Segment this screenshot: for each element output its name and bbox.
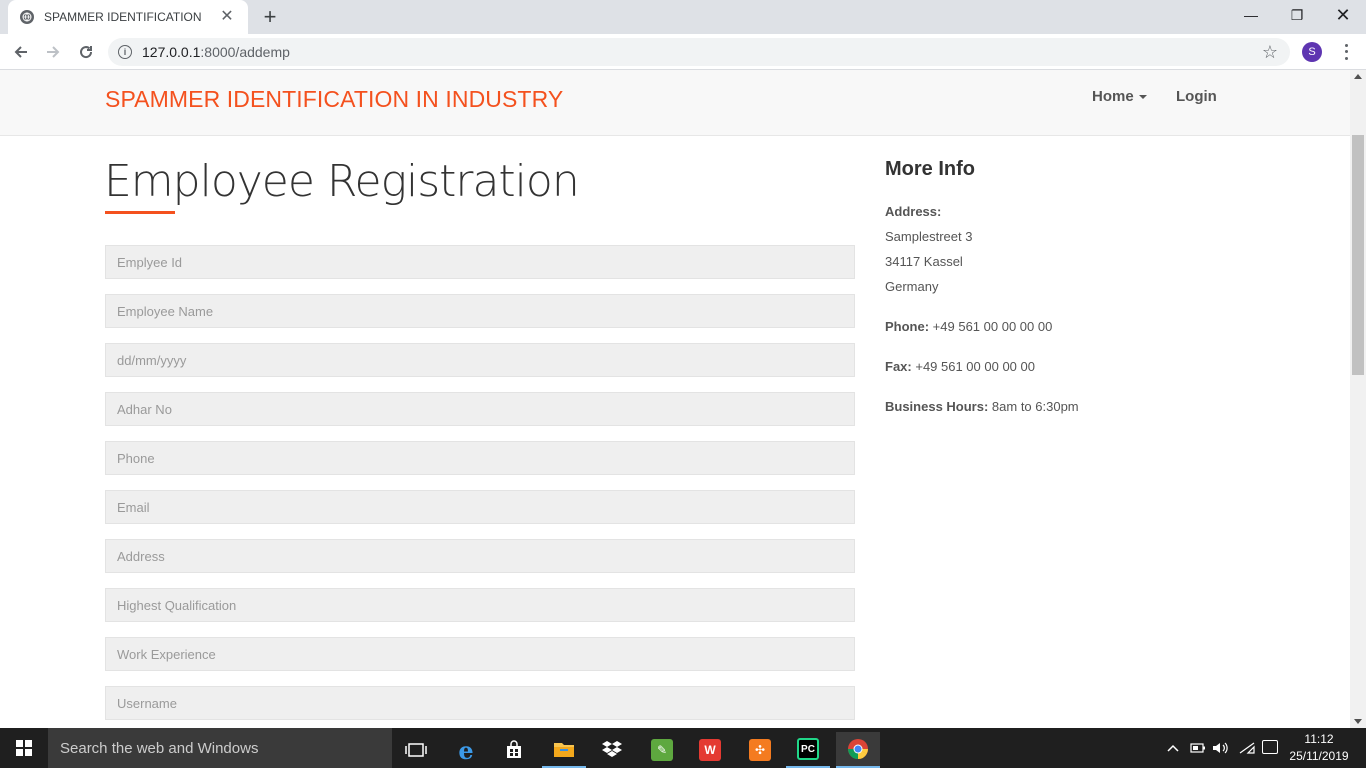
wifi-icon[interactable] <box>1238 728 1256 768</box>
phone-label: Phone: <box>885 319 930 334</box>
evernote-icon[interactable]: ✎ <box>640 732 684 768</box>
username-input[interactable] <box>105 686 855 720</box>
scroll-up-icon[interactable] <box>1354 74 1362 79</box>
battery-icon[interactable] <box>1190 728 1206 768</box>
fax-value: +49 561 00 00 00 00 <box>911 359 1035 374</box>
fax-label: Fax: <box>885 359 912 374</box>
tray-chevron-icon[interactable] <box>1166 728 1180 768</box>
taskbar-search-placeholder: Search the web and Windows <box>60 739 259 757</box>
new-tab-icon[interactable]: + <box>258 5 282 29</box>
phone-input[interactable] <box>105 441 855 475</box>
browser-menu-icon[interactable] <box>1338 42 1354 62</box>
scroll-down-icon[interactable] <box>1354 719 1362 724</box>
hours-label: Business Hours: <box>885 399 989 414</box>
file-explorer-icon[interactable] <box>542 732 586 768</box>
employee-name-input[interactable] <box>105 294 855 328</box>
fax-info: Fax: +49 561 00 00 00 00 <box>885 354 1185 379</box>
work-experience-input[interactable] <box>105 637 855 671</box>
address-line: 34117 Kassel <box>885 254 963 269</box>
start-button[interactable] <box>0 728 48 768</box>
email-input[interactable] <box>105 490 855 524</box>
window-close-icon[interactable]: ✕ <box>1320 0 1366 30</box>
page-title: Employee Registration <box>104 156 580 207</box>
restore-icon[interactable]: ❐ <box>1274 0 1320 30</box>
hours-value: 8am to 6:30pm <box>988 399 1079 414</box>
more-info-heading: More Info <box>885 158 975 180</box>
date-of-birth-input[interactable] <box>105 343 855 377</box>
notifications-icon[interactable] <box>1262 740 1278 754</box>
taskbar-search[interactable]: Search the web and Windows <box>48 728 392 768</box>
pycharm-icon[interactable]: PC <box>786 732 830 768</box>
brand-link[interactable]: SPAMMER IDENTIFICATION IN INDUSTRY <box>105 86 563 113</box>
address-line: Germany <box>885 279 939 294</box>
bookmark-star-icon[interactable]: ☆ <box>1262 42 1278 62</box>
url-path: :8000/addemp <box>200 44 290 60</box>
windows-taskbar: Search the web and Windows e ✎ W ✣ PC 11… <box>0 728 1366 768</box>
hours-info: Business Hours: 8am to 6:30pm <box>885 394 1185 419</box>
info-icon[interactable]: i <box>118 45 132 59</box>
address-bar[interactable]: i 127.0.0.1:8000/addemp ☆ <box>108 38 1290 66</box>
browser-toolbar: i 127.0.0.1:8000/addemp ☆ S <box>0 34 1366 70</box>
profile-avatar[interactable]: S <box>1302 42 1322 62</box>
page-viewport: SPAMMER IDENTIFICATION IN INDUSTRY Home … <box>0 70 1350 728</box>
back-arrow-icon[interactable] <box>9 40 33 64</box>
taskbar-clock[interactable]: 11:12 25/11/2019 <box>1284 731 1354 765</box>
reload-icon[interactable] <box>74 40 98 64</box>
caret-down-icon <box>1138 95 1147 100</box>
title-underline <box>105 211 175 214</box>
scrollbar-thumb[interactable] <box>1352 135 1364 375</box>
clock-time: 11:12 <box>1304 732 1334 746</box>
globe-icon <box>20 10 34 24</box>
wps-office-icon[interactable]: W <box>688 732 732 768</box>
edge-browser-icon[interactable]: e <box>444 732 488 768</box>
address-line: Samplestreet 3 <box>885 229 973 244</box>
chrome-icon[interactable] <box>836 732 880 768</box>
volume-icon[interactable] <box>1212 728 1230 768</box>
store-icon[interactable] <box>492 732 536 768</box>
url-host: 127.0.0.1 <box>142 44 201 60</box>
page-scrollbar[interactable] <box>1350 70 1366 728</box>
nav-home-dropdown[interactable]: Home <box>1092 88 1147 105</box>
address-input[interactable] <box>105 539 855 573</box>
minimize-icon[interactable]: — <box>1228 0 1274 30</box>
qualification-input[interactable] <box>105 588 855 622</box>
browser-tab[interactable]: SPAMMER IDENTIFICATION ✕ <box>8 0 248 34</box>
employee-id-input[interactable] <box>105 245 855 279</box>
windows-logo-icon <box>16 740 32 756</box>
close-tab-icon[interactable]: ✕ <box>218 8 236 26</box>
forward-arrow-icon[interactable] <box>41 40 65 64</box>
adhar-no-input[interactable] <box>105 392 855 426</box>
nav-home-label: Home <box>1092 88 1134 105</box>
browser-tabstrip: SPAMMER IDENTIFICATION ✕ + — ❐ ✕ <box>0 0 1366 34</box>
phone-info: Phone: +49 561 00 00 00 00 <box>885 314 1185 339</box>
site-navbar: SPAMMER IDENTIFICATION IN INDUSTRY Home … <box>0 70 1350 136</box>
nav-login-link[interactable]: Login <box>1176 88 1217 105</box>
tab-title: SPAMMER IDENTIFICATION <box>44 10 202 24</box>
xampp-icon[interactable]: ✣ <box>738 732 782 768</box>
address-label: Address: <box>885 204 942 219</box>
task-view-icon[interactable] <box>394 732 438 768</box>
phone-value: +49 561 00 00 00 00 <box>929 319 1053 334</box>
dropbox-icon[interactable] <box>590 732 634 768</box>
clock-date: 25/11/2019 <box>1289 749 1349 763</box>
more-info-panel: More Info Address: Samplestreet 3 34117 … <box>885 158 1185 419</box>
